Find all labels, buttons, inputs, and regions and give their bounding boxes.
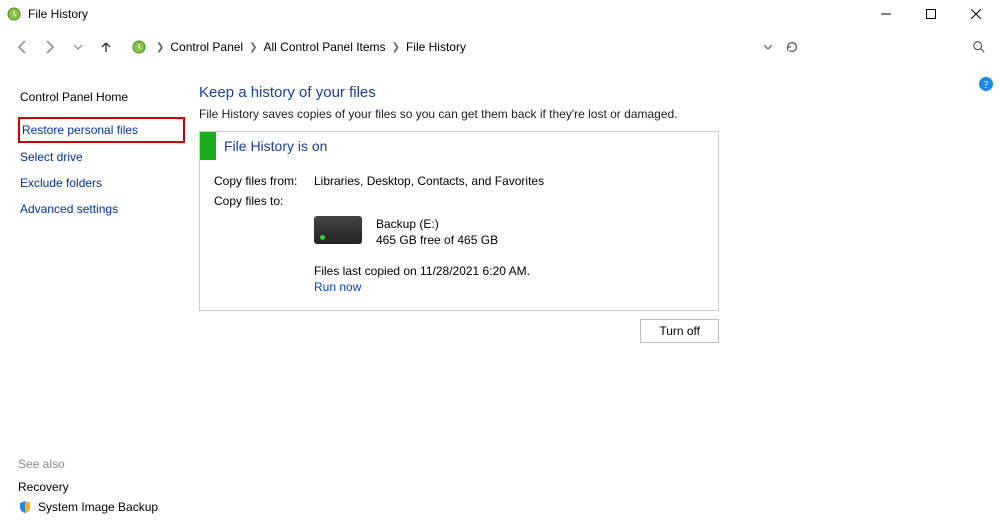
see-also-header: See also bbox=[18, 457, 185, 471]
address-dropdown[interactable] bbox=[756, 35, 780, 59]
page-title: Keep a history of your files bbox=[199, 84, 972, 101]
status-panel: File History is on Copy files from: Libr… bbox=[199, 131, 719, 311]
shield-icon bbox=[18, 500, 32, 514]
see-also-label: System Image Backup bbox=[38, 500, 158, 514]
see-also-label: Recovery bbox=[18, 480, 69, 494]
copy-from-value: Libraries, Desktop, Contacts, and Favori… bbox=[314, 174, 544, 188]
chevron-right-icon: ❯ bbox=[388, 42, 404, 53]
recovery-link[interactable]: Recovery bbox=[18, 477, 185, 497]
maximize-button[interactable] bbox=[908, 0, 953, 28]
minimize-button[interactable] bbox=[863, 0, 908, 28]
search-icon bbox=[972, 40, 986, 54]
recent-dropdown[interactable] bbox=[64, 33, 92, 61]
back-button[interactable] bbox=[8, 33, 36, 61]
turn-off-button[interactable]: Turn off bbox=[640, 319, 719, 343]
main-content: Keep a history of your files File Histor… bbox=[195, 66, 1000, 527]
titlebar: File History bbox=[0, 0, 1000, 28]
drive-name: Backup (E:) bbox=[376, 216, 498, 232]
address-icon bbox=[130, 38, 148, 56]
file-history-icon bbox=[6, 6, 22, 22]
refresh-button[interactable] bbox=[780, 35, 804, 59]
status-indicator-icon bbox=[200, 132, 216, 160]
up-button[interactable] bbox=[92, 33, 120, 61]
search-input[interactable] bbox=[814, 34, 992, 60]
drive-icon bbox=[314, 216, 362, 244]
last-copied-text: Files last copied on 11/28/2021 6:20 AM. bbox=[314, 264, 704, 278]
advanced-settings-link[interactable]: Advanced settings bbox=[18, 196, 185, 222]
close-button[interactable] bbox=[953, 0, 998, 28]
address-bar[interactable]: ❯ Control Panel ❯ All Control Panel Item… bbox=[126, 34, 808, 60]
drive-free-space: 465 GB free of 465 GB bbox=[376, 232, 498, 248]
restore-personal-files-link[interactable]: Restore personal files bbox=[18, 117, 185, 143]
breadcrumb-item[interactable]: Control Panel bbox=[168, 40, 245, 54]
exclude-folders-link[interactable]: Exclude folders bbox=[18, 170, 185, 196]
select-drive-link[interactable]: Select drive bbox=[18, 144, 185, 170]
system-image-backup-link[interactable]: System Image Backup bbox=[18, 497, 185, 517]
navbar: ❯ Control Panel ❯ All Control Panel Item… bbox=[0, 28, 1000, 66]
run-now-link[interactable]: Run now bbox=[314, 280, 704, 294]
control-panel-home-link[interactable]: Control Panel Home bbox=[18, 84, 185, 110]
breadcrumb-item[interactable]: All Control Panel Items bbox=[262, 40, 388, 54]
page-description: File History saves copies of your files … bbox=[199, 107, 972, 121]
status-title: File History is on bbox=[216, 138, 327, 154]
sidebar: Control Panel Home Restore personal file… bbox=[0, 66, 195, 527]
breadcrumb-item[interactable]: File History bbox=[404, 40, 468, 54]
window-title: File History bbox=[28, 7, 88, 21]
copy-from-label: Copy files from: bbox=[214, 174, 314, 188]
copy-to-label: Copy files to: bbox=[214, 194, 314, 208]
forward-button[interactable] bbox=[36, 33, 64, 61]
chevron-right-icon: ❯ bbox=[152, 42, 168, 53]
chevron-right-icon: ❯ bbox=[245, 42, 261, 53]
